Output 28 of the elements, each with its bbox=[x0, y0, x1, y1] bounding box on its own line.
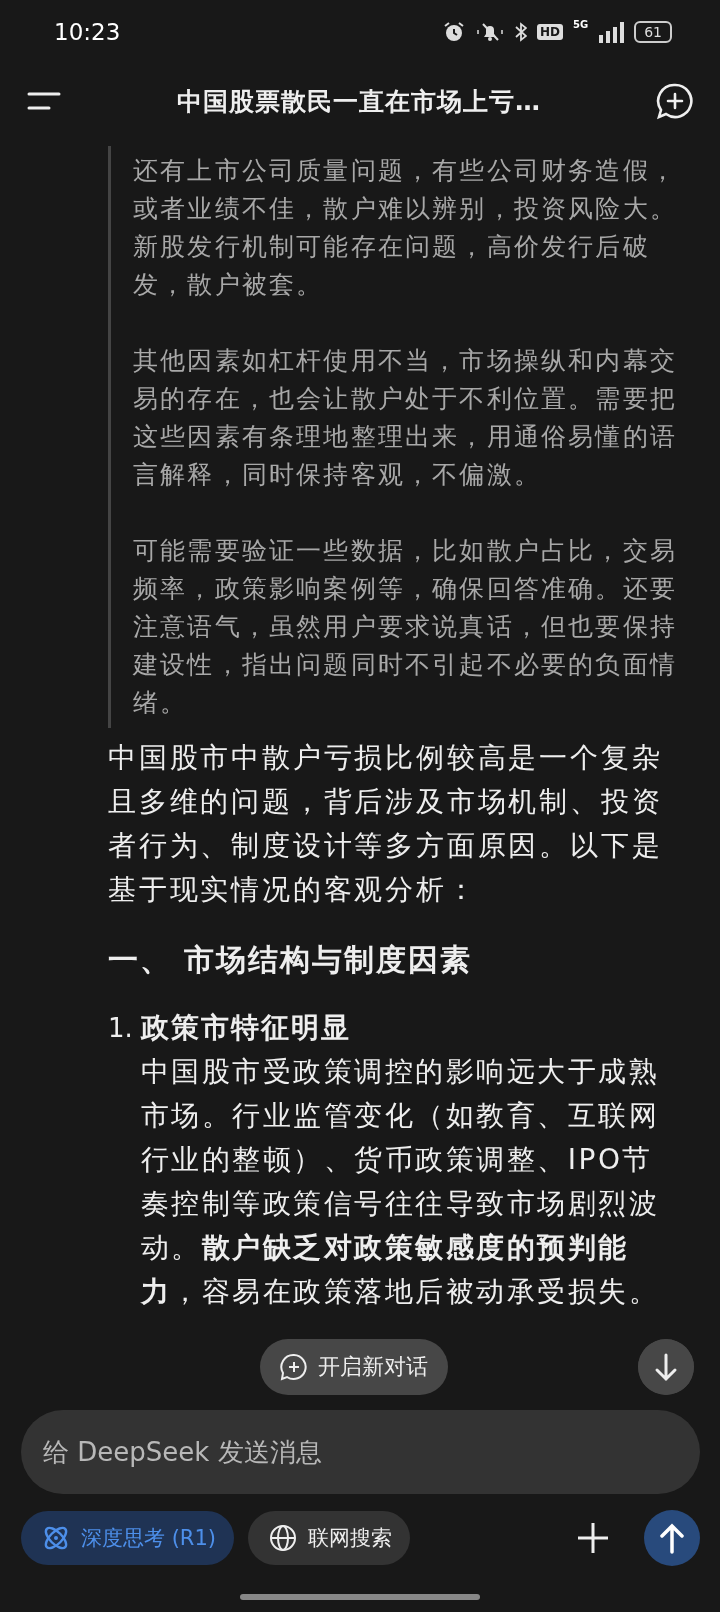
section-heading: 一、 市场结构与制度因素 bbox=[108, 941, 474, 979]
list-number: 1. bbox=[108, 1012, 133, 1045]
hd-indicator: HD bbox=[537, 24, 563, 40]
plus-icon[interactable] bbox=[576, 1521, 610, 1555]
list-item-title: 政策市特征明显 bbox=[140, 1010, 352, 1046]
muted-bell-icon bbox=[475, 21, 505, 43]
chat-title: 中国股票散民一直在市场上亏… bbox=[176, 85, 542, 118]
answer-paragraph: 中国股市中散户亏损比例较高是一个复杂且多维的问题，背后涉及市场机制、投资者行为、制度设计等多方面原因。以下是基于现实情况的客观分析： bbox=[108, 740, 664, 908]
new-chat-icon bbox=[280, 1353, 308, 1381]
battery-level: 61 bbox=[634, 21, 672, 43]
new-chat-button[interactable]: 开启新对话 bbox=[260, 1339, 448, 1395]
bluetooth-icon bbox=[515, 21, 527, 43]
message-input[interactable]: 给 DeepSeek 发送消息 bbox=[21, 1410, 700, 1494]
menu-icon[interactable] bbox=[26, 90, 62, 112]
new-chat-icon[interactable] bbox=[656, 82, 694, 120]
send-button[interactable] bbox=[644, 1510, 700, 1566]
list-item-text: 中国股市受政策调控的影响远大于成熟市场。行业监管变化（如教育、互联网行业的整顿）、货币政策调整、IPO节奏控制等政策信号往往导致市场剧烈波动。散户缺乏对政策敏感度的预判能力，容易在政策落地后被动承受损失。 bbox=[140, 1054, 661, 1310]
status-time: 10:23 bbox=[54, 19, 122, 45]
thinking-paragraph: 还有上市公司质量问题，有些公司财务造假，或者业绩不佳，散户难以辨别，投资风险大。新股发行机制可能存在问题，高价发行后破发，散户被套。 bbox=[133, 155, 678, 301]
signal-icon bbox=[598, 21, 625, 43]
alarm-icon bbox=[443, 21, 465, 43]
deep-think-toggle[interactable]: 深度思考 (R1) bbox=[21, 1511, 234, 1565]
web-search-toggle[interactable]: 联网搜索 bbox=[248, 1511, 410, 1565]
thinking-paragraph: 其他因素如杠杆使用不当，市场操纵和内幕交易的存在，也会让散户处于不利位置。需要把这些因素有条理地整理出来，用通俗易懂的语言解释，同时保持客观，不偏激。 bbox=[133, 345, 678, 491]
thinking-paragraph: 可能需要验证一些数据，比如散户占比，交易频率，政策影响案例等，确保回答准确。还要注意语气，虽然用户要求说真话，但也要保持建设性，指出问题同时不引起不必要的负面情绪。 bbox=[133, 535, 678, 719]
scroll-down-button[interactable] bbox=[638, 1339, 694, 1395]
globe-icon bbox=[268, 1523, 298, 1553]
network-type: 5G bbox=[573, 19, 589, 30]
